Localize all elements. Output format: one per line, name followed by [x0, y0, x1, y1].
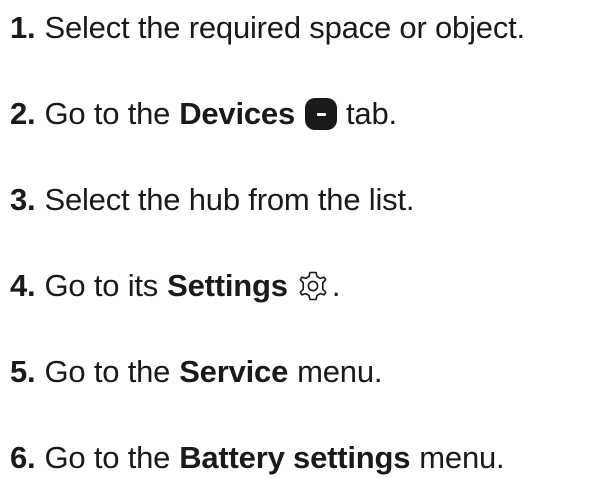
step-2: 2. Go to the Devices tab. — [10, 94, 397, 134]
step-1: 1. Select the required space or object. — [10, 8, 525, 48]
step-text-end: menu. — [297, 354, 383, 389]
step-text: Go to the — [44, 440, 171, 475]
step-6: 6. Go to the Battery settings menu. — [10, 438, 505, 478]
step-5: 5. Go to the Service menu. — [10, 352, 382, 392]
step-number: 5. — [10, 354, 36, 389]
settings-label: Settings — [167, 268, 288, 303]
step-text-end: . — [331, 268, 341, 303]
step-number: 4. — [10, 268, 36, 303]
step-number: 1. — [10, 10, 36, 45]
step-text-end: menu. — [419, 440, 505, 475]
step-text: Go to its — [44, 268, 159, 303]
step-text: Select the required space or object. — [44, 10, 525, 45]
devices-tab-icon — [305, 98, 338, 130]
step-number: 6. — [10, 440, 36, 475]
gear-icon — [299, 271, 327, 301]
service-menu-label: Service — [179, 354, 289, 389]
step-text: Go to the — [44, 96, 171, 131]
step-number: 2. — [10, 96, 36, 131]
step-text: Go to the — [44, 354, 171, 389]
step-text: Select the hub from the list. — [44, 182, 415, 217]
step-4: 4. Go to its Settings . — [10, 266, 340, 306]
devices-tab-label: Devices — [179, 96, 296, 131]
step-3: 3. Select the hub from the list. — [10, 180, 415, 220]
step-text-end: tab. — [346, 96, 397, 131]
battery-settings-menu-label: Battery settings — [179, 440, 411, 475]
step-number: 3. — [10, 182, 36, 217]
